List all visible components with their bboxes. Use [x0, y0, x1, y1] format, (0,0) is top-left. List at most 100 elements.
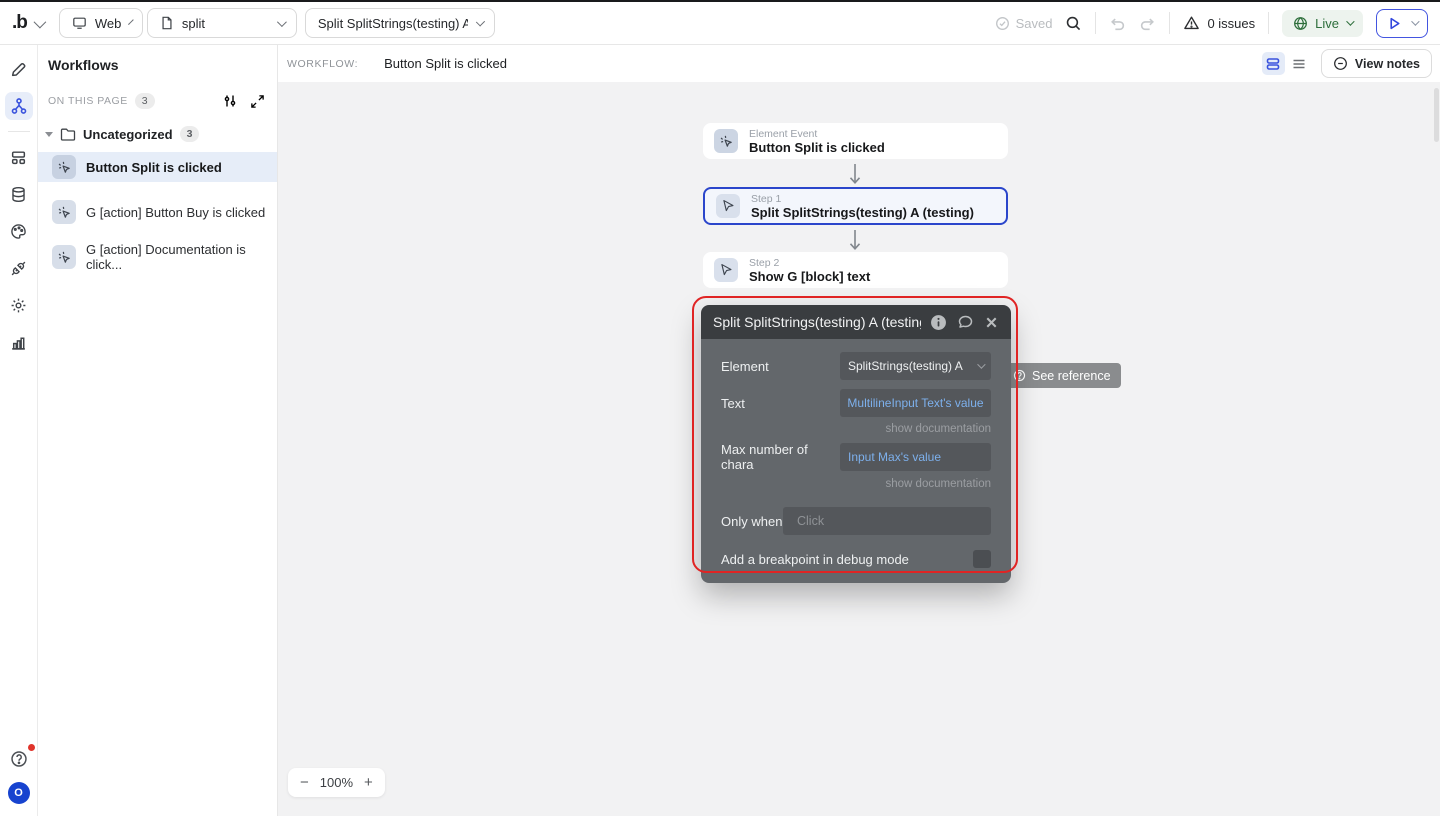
max-chars-field-row: Max number of chara Input Max's value	[721, 442, 991, 472]
database-icon	[12, 186, 25, 202]
zoom-out-button[interactable]: −	[300, 775, 309, 790]
list-view-icon	[1293, 59, 1305, 68]
issues-button[interactable]: 0 issues	[1183, 15, 1255, 31]
zoom-in-button[interactable]: +	[364, 775, 373, 790]
zoom-level: 100%	[319, 775, 354, 790]
node-title: Split SplitStrings(testing) A (testing)	[751, 204, 974, 220]
chevron-down-icon	[1346, 17, 1355, 26]
undo-button[interactable]	[1109, 15, 1126, 32]
preview-run-button[interactable]	[1376, 8, 1428, 38]
components-icon	[11, 150, 26, 164]
scrollbar-thumb[interactable]	[1434, 88, 1439, 142]
save-status-label: Saved	[1015, 15, 1053, 31]
caret-down-icon	[45, 131, 53, 137]
element-dropdown-value: SplitStrings(testing) A	[848, 359, 963, 373]
text-expression-input[interactable]: MultilineInput Text's value	[840, 389, 991, 417]
live-label: Live	[1315, 15, 1339, 31]
bar-chart-icon	[12, 337, 25, 350]
filter-workflows-button[interactable]	[222, 93, 238, 109]
canvas-scrollbar[interactable]	[1433, 82, 1440, 816]
workflow-list-item[interactable]: G [action] Documentation is click...	[38, 242, 277, 272]
palette-icon	[11, 223, 26, 239]
action-properties-dialog: Split SplitStrings(testing) A (testing) …	[701, 305, 1011, 583]
view-notes-label: View notes	[1354, 56, 1420, 71]
close-icon[interactable]	[984, 315, 999, 330]
show-documentation-link[interactable]: show documentation	[721, 478, 991, 490]
live-environment-button[interactable]: Live	[1282, 9, 1363, 37]
help-button[interactable]	[5, 744, 35, 773]
page-icon	[162, 16, 172, 30]
expand-panel-button[interactable]	[250, 93, 265, 109]
app-logo-menu[interactable]: .b	[0, 12, 55, 34]
element-event-icon	[52, 155, 76, 179]
canvas-zoom-control: − 100% +	[288, 768, 385, 797]
workflow-select[interactable]: Split SplitStrings(testing) A ...	[304, 8, 495, 38]
element-event-icon	[52, 245, 76, 269]
node-kind: Step 1	[751, 192, 782, 205]
platform-select-value: Web	[94, 15, 122, 31]
max-chars-expression-input[interactable]: Input Max's value	[840, 443, 991, 471]
section-label: ON THIS PAGE	[48, 95, 128, 107]
only-when-input[interactable]: Click	[783, 507, 991, 535]
nav-data[interactable]	[5, 180, 33, 208]
check-circle-icon	[995, 16, 1009, 30]
toolbar-right-group: Saved 0 issues Live	[995, 8, 1434, 38]
dialog-body: Element SplitStrings(testing) A Text Mul…	[701, 339, 1011, 583]
text-field-label: Text	[721, 395, 745, 411]
nav-plugins[interactable]	[5, 254, 33, 282]
breakpoint-label: Add a breakpoint in debug mode	[721, 551, 909, 567]
nav-logs[interactable]	[5, 328, 33, 356]
dialog-header[interactable]: Split SplitStrings(testing) A (testing)	[701, 305, 1011, 339]
node-title: Button Split is clicked	[749, 139, 885, 155]
folder-label: Uncategorized	[83, 126, 173, 142]
page-select-value: split	[181, 15, 206, 31]
flow-arrow-icon	[849, 230, 861, 250]
show-documentation-link[interactable]: show documentation	[721, 423, 991, 435]
workflow-list-item[interactable]: Button Split is clicked	[38, 152, 277, 182]
element-dropdown[interactable]: SplitStrings(testing) A	[840, 352, 991, 380]
workflow-list-item[interactable]: G [action] Button Buy is clicked	[38, 197, 277, 227]
platform-select[interactable]: Web	[58, 8, 143, 38]
nav-settings[interactable]	[5, 291, 33, 319]
issues-count: 0 issues	[1207, 15, 1256, 31]
comment-icon[interactable]	[957, 314, 974, 330]
workflow-item-label: Button Split is clicked	[86, 159, 222, 175]
workflow-node-step1[interactable]: Step 1 Split SplitStrings(testing) A (te…	[703, 187, 1008, 225]
page-select[interactable]: split	[146, 8, 297, 38]
chevron-down-icon	[475, 16, 485, 27]
warning-triangle-icon	[1184, 16, 1200, 30]
play-icon	[1390, 17, 1400, 29]
pencil-icon	[11, 62, 26, 76]
on-this-page-section: ON THIS PAGE 3	[38, 93, 277, 109]
list-view-toggle[interactable]	[1288, 52, 1311, 75]
redo-button[interactable]	[1139, 15, 1156, 32]
left-nav-rail: O	[0, 45, 38, 816]
nav-styles[interactable]	[5, 217, 33, 245]
folder-uncategorized[interactable]: Uncategorized 3	[38, 126, 277, 142]
breakpoint-checkbox[interactable]	[973, 550, 991, 568]
see-reference-button[interactable]: See reference	[1003, 363, 1121, 388]
bubble-logo: .b	[12, 12, 28, 33]
chevron-down-icon	[276, 16, 287, 27]
gear-icon	[11, 298, 26, 312]
workflow-item-label: G [action] Documentation is click...	[86, 242, 246, 272]
max-chars-expression-value: Input Max's value	[848, 450, 942, 464]
workflow-canvas[interactable]: Element Event Button Split is clicked St…	[278, 82, 1440, 816]
workflow-item-label: G [action] Button Buy is clicked	[86, 204, 266, 220]
action-cursor-icon	[716, 194, 740, 218]
help-icon	[10, 751, 27, 767]
workflow-header-title: Button Split is clicked	[384, 56, 507, 71]
nav-components[interactable]	[5, 143, 33, 171]
search-button[interactable]	[1065, 15, 1082, 32]
nav-workflow[interactable]	[4, 92, 33, 120]
divider	[1169, 12, 1171, 34]
workflow-node-event[interactable]: Element Event Button Split is clicked	[703, 123, 1008, 159]
max-chars-field-label: Max number of chara	[721, 442, 808, 472]
divider	[7, 131, 30, 132]
user-avatar[interactable]: O	[7, 782, 30, 804]
nav-design[interactable]	[5, 55, 33, 83]
view-notes-button[interactable]: View notes	[1320, 49, 1432, 78]
card-view-toggle[interactable]	[1261, 52, 1285, 75]
info-icon[interactable]	[930, 314, 947, 331]
workflow-node-step2[interactable]: Step 2 Show G [block] text	[703, 252, 1008, 288]
